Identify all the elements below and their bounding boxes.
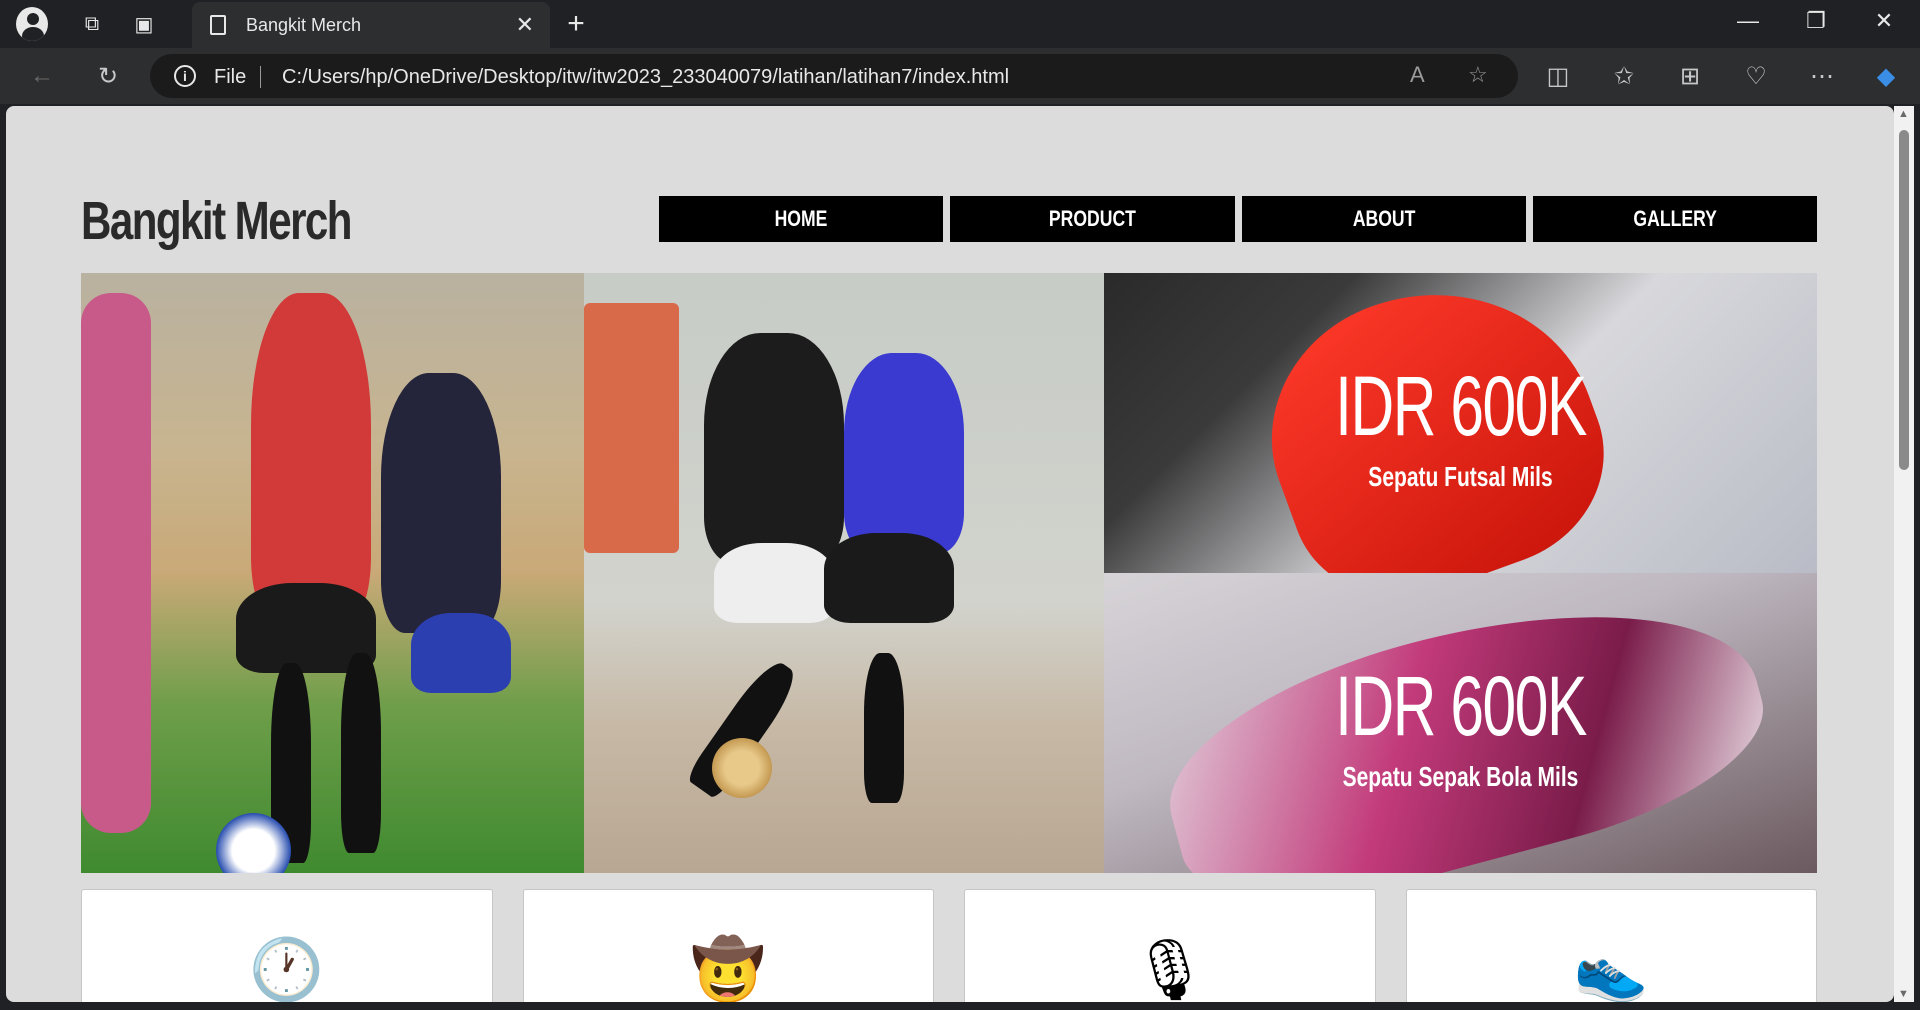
browser-tab[interactable]: Bangkit Merch ✕: [192, 2, 550, 48]
nav-gallery-label: GALLERY: [1633, 206, 1717, 231]
close-window-icon[interactable]: ✕: [1864, 8, 1904, 34]
nav-product-label: PRODUCT: [1048, 206, 1136, 231]
close-tab-icon[interactable]: ✕: [516, 12, 534, 38]
player-figure: [81, 293, 151, 833]
cowboy-face-icon: 🤠: [690, 936, 766, 1002]
hero-photo-soccer: [81, 273, 584, 873]
site-title: Bangkit Merch: [81, 191, 353, 251]
player-figure: [381, 373, 501, 633]
hero-gallery: IDR 600K Sepatu Futsal Mils IDR 600K Sep…: [81, 273, 1817, 873]
banner-shape: [584, 303, 679, 553]
player-figure: [704, 333, 844, 563]
favorites-icon[interactable]: ✩: [1608, 60, 1640, 92]
browser-essentials-icon[interactable]: ♡: [1740, 60, 1772, 92]
copilot-icon[interactable]: ◆: [1870, 60, 1902, 92]
address-divider: [260, 66, 261, 88]
minimize-icon[interactable]: —: [1728, 8, 1768, 34]
microphone-icon: 🎙: [1131, 936, 1208, 1002]
tab-strip: ⧉ ▣ Bangkit Merch ✕ + — ❐ ✕: [0, 0, 1920, 48]
read-aloud-icon[interactable]: A: [1410, 62, 1425, 88]
scrollbar-thumb[interactable]: [1899, 130, 1909, 470]
product-overlay: IDR 600K Sepatu Sepak Bola Mils: [1104, 658, 1817, 793]
scroll-up-icon[interactable]: ▲: [1898, 108, 1909, 120]
player-figure: [714, 543, 834, 623]
back-icon[interactable]: ←: [26, 60, 58, 92]
clock-icon: 🕐: [249, 936, 325, 1002]
page-icon: [210, 15, 226, 35]
page-viewport: Bangkit Merch HOME PRODUCT ABOUT GALLERY: [6, 106, 1894, 1002]
player-figure: [341, 653, 381, 853]
nav-gallery[interactable]: GALLERY: [1532, 196, 1817, 242]
product-price: IDR 600K: [1335, 359, 1587, 453]
product-photo-futsal-shoe[interactable]: IDR 600K Sepatu Futsal Mils: [1104, 273, 1817, 573]
split-screen-icon[interactable]: ◫: [1542, 60, 1574, 92]
feature-card[interactable]: 🤠: [522, 889, 934, 1002]
feature-card[interactable]: 🕐: [81, 889, 493, 1002]
more-menu-icon[interactable]: ⋯: [1806, 60, 1838, 92]
favorite-star-icon[interactable]: ☆: [1468, 62, 1488, 88]
hero-photo-futsal: [584, 273, 1104, 873]
futsal-ball: [712, 738, 772, 798]
feature-card[interactable]: 🎙: [964, 889, 1376, 1002]
feature-card[interactable]: 👟: [1405, 889, 1817, 1002]
new-tab-icon[interactable]: +: [560, 7, 592, 40]
product-name: Sepatu Sepak Bola Mils: [1342, 761, 1579, 792]
product-name: Sepatu Futsal Mils: [1368, 461, 1553, 492]
player-figure: [824, 533, 954, 623]
nav-home[interactable]: HOME: [659, 196, 944, 242]
product-photo-soccer-boot[interactable]: IDR 600K Sepatu Sepak Bola Mils: [1104, 573, 1817, 873]
profile-icon[interactable]: [16, 7, 48, 41]
workspaces-icon[interactable]: ⧉: [76, 8, 108, 40]
player-figure: [251, 293, 371, 623]
address-scheme-label: File: [214, 66, 247, 88]
main-nav: HOME PRODUCT ABOUT GALLERY: [659, 196, 1817, 242]
scroll-down-icon[interactable]: ▼: [1898, 988, 1909, 1000]
player-figure: [411, 613, 511, 693]
vertical-scrollbar[interactable]: ▲ ▼: [1894, 106, 1914, 1002]
player-figure: [844, 353, 964, 553]
info-icon[interactable]: i: [174, 65, 196, 87]
nav-about[interactable]: ABOUT: [1241, 196, 1526, 242]
sneaker-icon: 👟: [1573, 936, 1649, 1002]
nav-home-label: HOME: [774, 206, 828, 231]
product-price: IDR 600K: [1335, 659, 1587, 753]
address-bar[interactable]: i File C:/Users/hp/OneDrive/Desktop/itw/…: [150, 54, 1518, 98]
feature-cards: 🕐 🤠 🎙 👟: [81, 889, 1817, 1002]
nav-product[interactable]: PRODUCT: [950, 196, 1235, 242]
tab-actions-icon[interactable]: ▣: [128, 8, 160, 40]
address-url[interactable]: C:/Users/hp/OneDrive/Desktop/itw/itw2023…: [282, 66, 1009, 89]
collections-icon[interactable]: ⊞: [1674, 60, 1706, 92]
restore-icon[interactable]: ❐: [1796, 8, 1836, 34]
player-figure: [864, 653, 904, 803]
tab-title: Bangkit Merch: [246, 15, 362, 35]
product-overlay: IDR 600K Sepatu Futsal Mils: [1104, 358, 1817, 493]
nav-about-label: ABOUT: [1352, 206, 1415, 231]
browser-toolbar: ← ↻ i File C:/Users/hp/OneDrive/Desktop/…: [0, 48, 1920, 104]
refresh-icon[interactable]: ↻: [92, 60, 124, 92]
